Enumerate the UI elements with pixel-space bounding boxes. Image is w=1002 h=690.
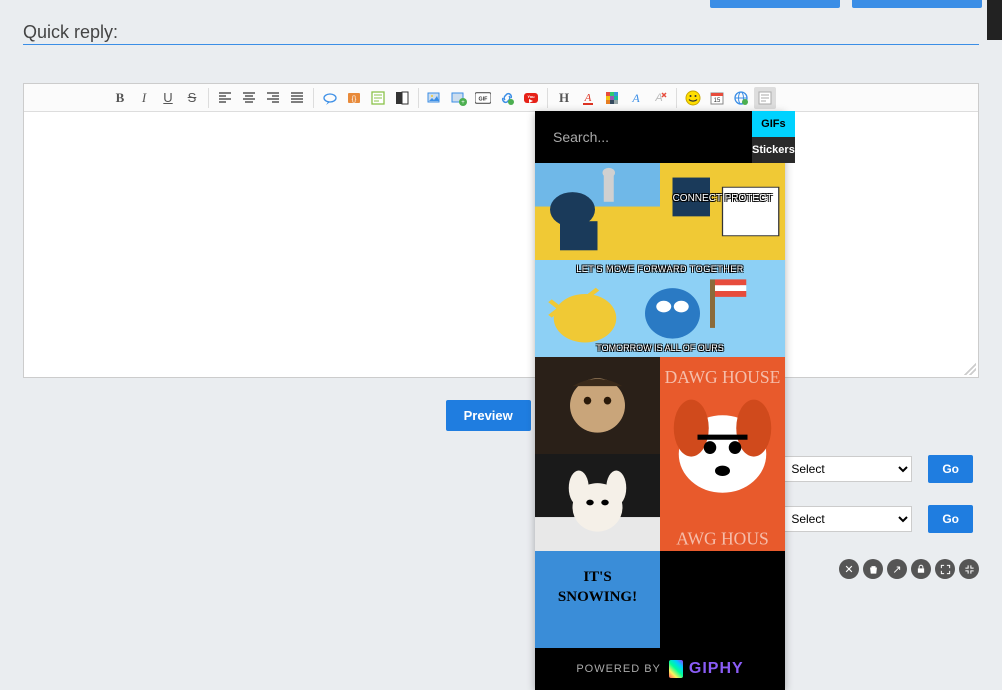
- source-button[interactable]: [754, 87, 776, 109]
- gif-button[interactable]: GIF: [472, 87, 494, 109]
- giphy-tab-gifs[interactable]: GIFs: [752, 111, 795, 137]
- image-button[interactable]: [424, 87, 446, 109]
- go-button-2[interactable]: Go: [928, 505, 973, 533]
- align-left-button[interactable]: [214, 87, 236, 109]
- note-button[interactable]: [367, 87, 389, 109]
- preview-button[interactable]: Preview: [446, 400, 531, 431]
- svg-text:A: A: [654, 92, 662, 104]
- giphy-popover: GIFs Stickers CONNECT PROTECT LET'S MOVE…: [535, 111, 785, 690]
- close-icon[interactable]: ✕: [839, 559, 859, 579]
- collapse-icon[interactable]: [959, 559, 979, 579]
- image-upload-button[interactable]: +: [448, 87, 470, 109]
- globe-button[interactable]: [730, 87, 752, 109]
- jump-select-1[interactable]: Select: [782, 456, 912, 482]
- go-button-1[interactable]: Go: [928, 455, 973, 483]
- divider: [23, 44, 979, 45]
- font-color-button[interactable]: A: [577, 87, 599, 109]
- resize-handle[interactable]: [964, 363, 976, 375]
- code-button[interactable]: {}: [343, 87, 365, 109]
- strikethrough-button[interactable]: S: [181, 87, 203, 109]
- svg-text:{}: {}: [352, 96, 357, 103]
- align-center-button[interactable]: [238, 87, 260, 109]
- jump-select-2[interactable]: Select: [782, 506, 912, 532]
- clear-format-button[interactable]: A: [649, 87, 671, 109]
- giphy-logo: GIPHY: [669, 660, 744, 678]
- giphy-powered-label: POWERED BY: [576, 663, 661, 675]
- giphy-result-item[interactable]: [535, 357, 660, 454]
- italic-button[interactable]: I: [133, 87, 155, 109]
- svg-text:DAWG HOUSE: DAWG HOUSE: [665, 367, 781, 387]
- align-justify-button[interactable]: [286, 87, 308, 109]
- trash-icon[interactable]: [863, 559, 883, 579]
- font-family-button[interactable]: A: [625, 87, 647, 109]
- page-scrollbar[interactable]: [987, 0, 1002, 40]
- editor-toolbar: B I U S {} + GIF You H A A A 15: [24, 84, 978, 112]
- giphy-search-input[interactable]: [535, 111, 752, 163]
- svg-text:GIF: GIF: [479, 96, 489, 102]
- heading-button[interactable]: H: [553, 87, 575, 109]
- giphy-result-item[interactable]: LET'S MOVE FORWARD TOGETHER TOMORROW IS …: [535, 260, 785, 357]
- editor-textarea[interactable]: [24, 112, 978, 377]
- svg-text:A: A: [631, 91, 640, 105]
- footer-actions: ✕ ↗: [839, 559, 979, 579]
- quote-button[interactable]: [319, 87, 341, 109]
- svg-text:15: 15: [714, 98, 721, 104]
- align-right-button[interactable]: [262, 87, 284, 109]
- giphy-result-item[interactable]: DAWG HOUSE AWG HOUS: [660, 357, 785, 551]
- svg-text:AWG HOUS: AWG HOUS: [676, 528, 768, 548]
- giphy-result-item[interactable]: [535, 163, 660, 260]
- svg-text:You: You: [527, 94, 535, 99]
- giphy-results-grid: CONNECT PROTECT LET'S MOVE FORWARD TOGET…: [535, 163, 785, 648]
- link-button[interactable]: [496, 87, 518, 109]
- color-palette-button[interactable]: [601, 87, 623, 109]
- calendar-button[interactable]: 15: [706, 87, 728, 109]
- emoji-button[interactable]: [682, 87, 704, 109]
- youtube-button[interactable]: You: [520, 87, 542, 109]
- underline-button[interactable]: U: [157, 87, 179, 109]
- svg-text:A: A: [584, 92, 592, 104]
- spoiler-button[interactable]: [391, 87, 413, 109]
- lock-icon[interactable]: [911, 559, 931, 579]
- bold-button[interactable]: B: [109, 87, 131, 109]
- giphy-result-item[interactable]: CONNECT PROTECT: [660, 163, 785, 260]
- svg-text:+: +: [461, 100, 465, 106]
- giphy-tab-stickers[interactable]: Stickers: [752, 137, 795, 163]
- giphy-footer: POWERED BY GIPHY: [535, 648, 785, 690]
- giphy-result-item[interactable]: IT'S SNOWING!: [535, 551, 660, 648]
- share-icon[interactable]: ↗: [887, 559, 907, 579]
- section-title: Quick reply:: [23, 22, 118, 43]
- editor-container: B I U S {} + GIF You H A A A 15: [23, 83, 979, 378]
- expand-icon[interactable]: [935, 559, 955, 579]
- giphy-result-item[interactable]: [535, 454, 660, 551]
